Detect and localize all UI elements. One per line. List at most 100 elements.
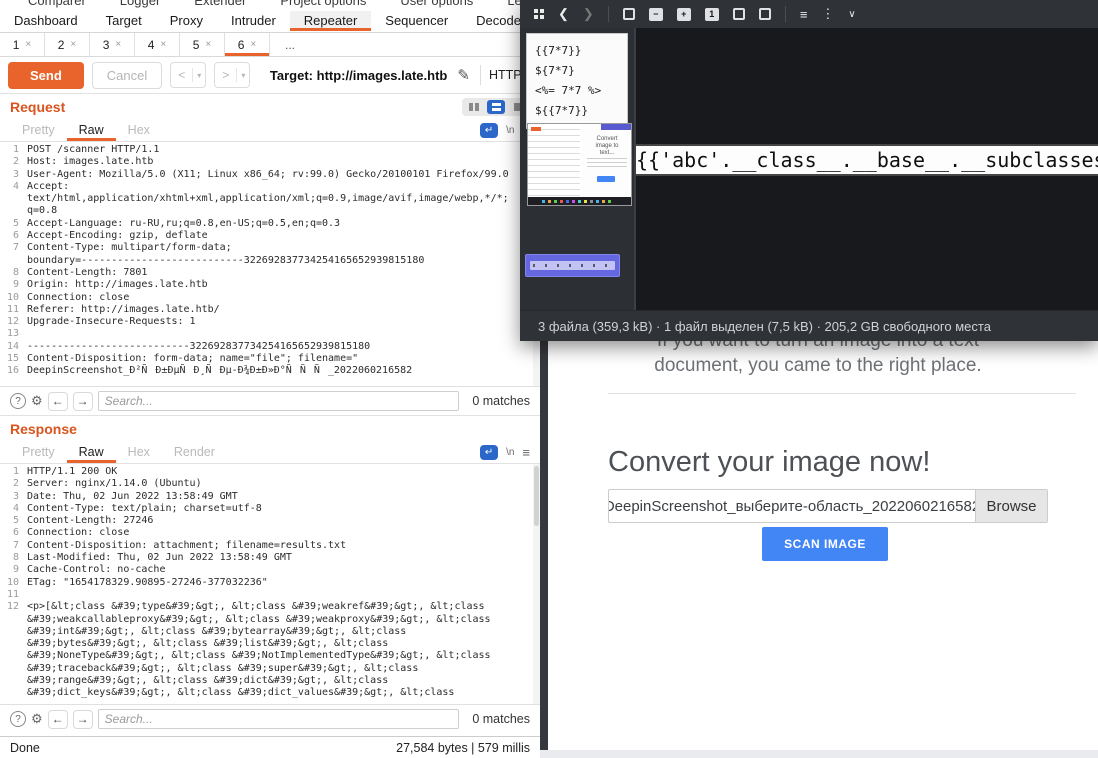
repeater-tab-6[interactable]: 6× — [225, 33, 270, 56]
request-editor[interactable]: 1POST /scanner HTTP/1.1 2Host: images.la… — [0, 142, 540, 386]
fullscreen-icon[interactable] — [733, 8, 745, 20]
request-search-input[interactable] — [98, 391, 460, 411]
layout-rows-icon[interactable] — [487, 100, 505, 114]
response-tab-raw[interactable]: Raw — [67, 443, 116, 463]
close-icon[interactable]: × — [250, 39, 256, 50]
history-back-button[interactable]: < ▾ — [170, 62, 206, 88]
kebab-menu-icon[interactable]: ⋮ — [821, 6, 834, 22]
image-viewer-window: ❮ ❯ − + 1 ≡ ⋮ ∨ {{7*7}}${7*7}<%= 7*7 %>$… — [520, 0, 1098, 341]
zoom-in-icon[interactable]: + — [677, 8, 691, 21]
word-wrap-icon[interactable]: ↵ — [480, 123, 498, 138]
tab-intruder[interactable]: Intruder — [217, 11, 290, 31]
burp-suite-window: Comparer Logger Extender Project options… — [0, 0, 540, 758]
request-view-tabs: Pretty Raw Hex ↵ \n ≡ — [0, 120, 540, 142]
ssti-payload-text: {{'abc'.__class__.__base__.__subclasses_… — [636, 148, 1098, 172]
response-scrollbar[interactable] — [533, 464, 540, 704]
close-icon[interactable]: × — [160, 39, 166, 50]
search-prev-button[interactable]: ← — [48, 392, 68, 411]
response-search-input[interactable] — [98, 709, 460, 729]
apps-grid-icon[interactable] — [534, 9, 544, 19]
gear-icon[interactable]: ⚙ — [31, 711, 43, 727]
repeater-tab-1[interactable]: 1× — [0, 33, 45, 56]
code-line: 8Content-Length: 7801 — [0, 267, 540, 279]
code-line: 6Connection: close — [0, 527, 540, 539]
layout-columns-icon[interactable] — [465, 100, 483, 114]
request-match-count: 0 matches — [464, 394, 530, 408]
thumbnail-ssti-payloads[interactable]: {{7*7}}${7*7}<%= 7*7 %>${{7*7}} — [526, 33, 628, 129]
target-url-label: Target: http://images.late.htb — [270, 68, 447, 83]
zoom-out-icon[interactable]: − — [649, 8, 663, 21]
edit-target-icon[interactable]: ✎ — [455, 66, 472, 84]
newline-toggle[interactable]: \n — [506, 125, 514, 136]
send-button[interactable]: Send — [8, 62, 84, 89]
request-title: Request — [10, 99, 65, 115]
thumbnail-selected-file[interactable] — [525, 254, 620, 277]
close-icon[interactable]: × — [115, 39, 121, 50]
viewer-toolbar: ❮ ❯ − + 1 ≡ ⋮ ∨ — [520, 0, 1098, 28]
repeater-controls: Send Cancel < ▾ > ▾ Target: http://image… — [0, 57, 540, 93]
gear-icon[interactable]: ⚙ — [31, 393, 43, 409]
tab-sequencer[interactable]: Sequencer — [371, 11, 462, 31]
tab-target[interactable]: Target — [92, 11, 156, 31]
thumbnail-screenshot[interactable]: Convert image to text... — [527, 123, 632, 206]
repeater-tab-5[interactable]: 5× — [180, 33, 225, 56]
request-tab-raw[interactable]: Raw — [67, 121, 116, 141]
editor-menu-icon[interactable]: ≡ — [522, 445, 530, 460]
repeater-tab-2[interactable]: 2× — [45, 33, 90, 56]
repeater-tab-3[interactable]: 3× — [90, 33, 135, 56]
response-tab-hex[interactable]: Hex — [116, 443, 162, 463]
close-icon[interactable]: × — [25, 39, 31, 50]
menu-logger[interactable]: Logger — [120, 0, 160, 2]
menu-comparer[interactable]: Comparer — [28, 0, 86, 2]
response-match-count: 0 matches — [464, 712, 530, 726]
request-tab-pretty[interactable]: Pretty — [10, 121, 67, 141]
request-tab-hex[interactable]: Hex — [116, 121, 162, 141]
help-icon[interactable]: ? — [10, 393, 26, 409]
forward-icon[interactable]: ❯ — [583, 6, 594, 22]
tab-repeater[interactable]: Repeater — [290, 11, 371, 31]
code-line: 6Accept-Encoding: gzip, deflate — [0, 230, 540, 242]
search-next-button[interactable]: → — [73, 710, 93, 729]
response-tab-pretty[interactable]: Pretty — [10, 443, 67, 463]
viewer-body: {{7*7}}${7*7}<%= 7*7 %>${{7*7}} Convert … — [520, 28, 1098, 310]
response-editor[interactable]: 1HTTP/1.1 200 OK 2Server: nginx/1.14.0 (… — [0, 464, 540, 704]
fit-window-icon[interactable] — [623, 8, 635, 20]
code-line: 12<p>[&lt;class &#39;type&#39;&gt;, &lt;… — [0, 601, 540, 613]
chevron-down-icon[interactable]: ▾ — [193, 71, 205, 80]
search-prev-button[interactable]: ← — [48, 710, 68, 729]
tab-proxy[interactable]: Proxy — [156, 11, 217, 31]
newline-toggle[interactable]: \n — [506, 447, 514, 458]
back-icon[interactable]: ❮ — [558, 6, 569, 22]
response-title: Response — [10, 421, 77, 437]
code-line: &#39;bytes&#39;&gt;, &lt;class &#39;list… — [0, 638, 540, 650]
menu-user-options[interactable]: User options — [400, 0, 473, 2]
chevron-down-icon[interactable]: ∨ — [848, 9, 855, 20]
repeater-tab-more[interactable]: ... — [270, 33, 310, 56]
menu-project-options[interactable]: Project options — [280, 0, 366, 2]
screen: Comparer Logger Extender Project options… — [0, 0, 1098, 758]
file-upload-field[interactable]: DeepinScreenshot_выберите-область_202206… — [608, 489, 1048, 523]
menu-extender[interactable]: Extender — [194, 0, 246, 2]
help-icon[interactable]: ? — [10, 711, 26, 727]
chevron-down-icon[interactable]: ▾ — [237, 71, 249, 80]
tab-dashboard[interactable]: Dashboard — [0, 11, 92, 31]
browse-button[interactable]: Browse — [975, 490, 1047, 522]
close-icon[interactable]: × — [205, 39, 211, 50]
cancel-button[interactable]: Cancel — [92, 62, 162, 89]
scan-image-button[interactable]: SCAN IMAGE — [762, 527, 888, 561]
code-line: 7Content-Type: multipart/form-data; — [0, 242, 540, 254]
close-icon[interactable]: × — [70, 39, 76, 50]
repeater-tab-4[interactable]: 4× — [135, 33, 180, 56]
word-wrap-icon[interactable]: ↵ — [480, 445, 498, 460]
code-line: 14---------------------------32269283773… — [0, 341, 540, 353]
fit-width-icon[interactable] — [759, 8, 771, 20]
response-tab-render[interactable]: Render — [162, 443, 227, 463]
history-forward-button[interactable]: > ▾ — [214, 62, 250, 88]
code-line: &#39;int&#39;&gt;, &lt;class &#39;bytear… — [0, 626, 540, 638]
code-line: 11 — [0, 589, 540, 601]
search-next-button[interactable]: → — [73, 392, 93, 411]
actual-size-icon[interactable]: 1 — [705, 8, 719, 21]
list-view-icon[interactable]: ≡ — [800, 7, 808, 22]
code-line: 3User-Agent: Mozilla/5.0 (X11; Linux x86… — [0, 169, 540, 181]
preview-canvas[interactable]: {{'abc'.__class__.__base__.__subclasses_… — [636, 28, 1098, 310]
